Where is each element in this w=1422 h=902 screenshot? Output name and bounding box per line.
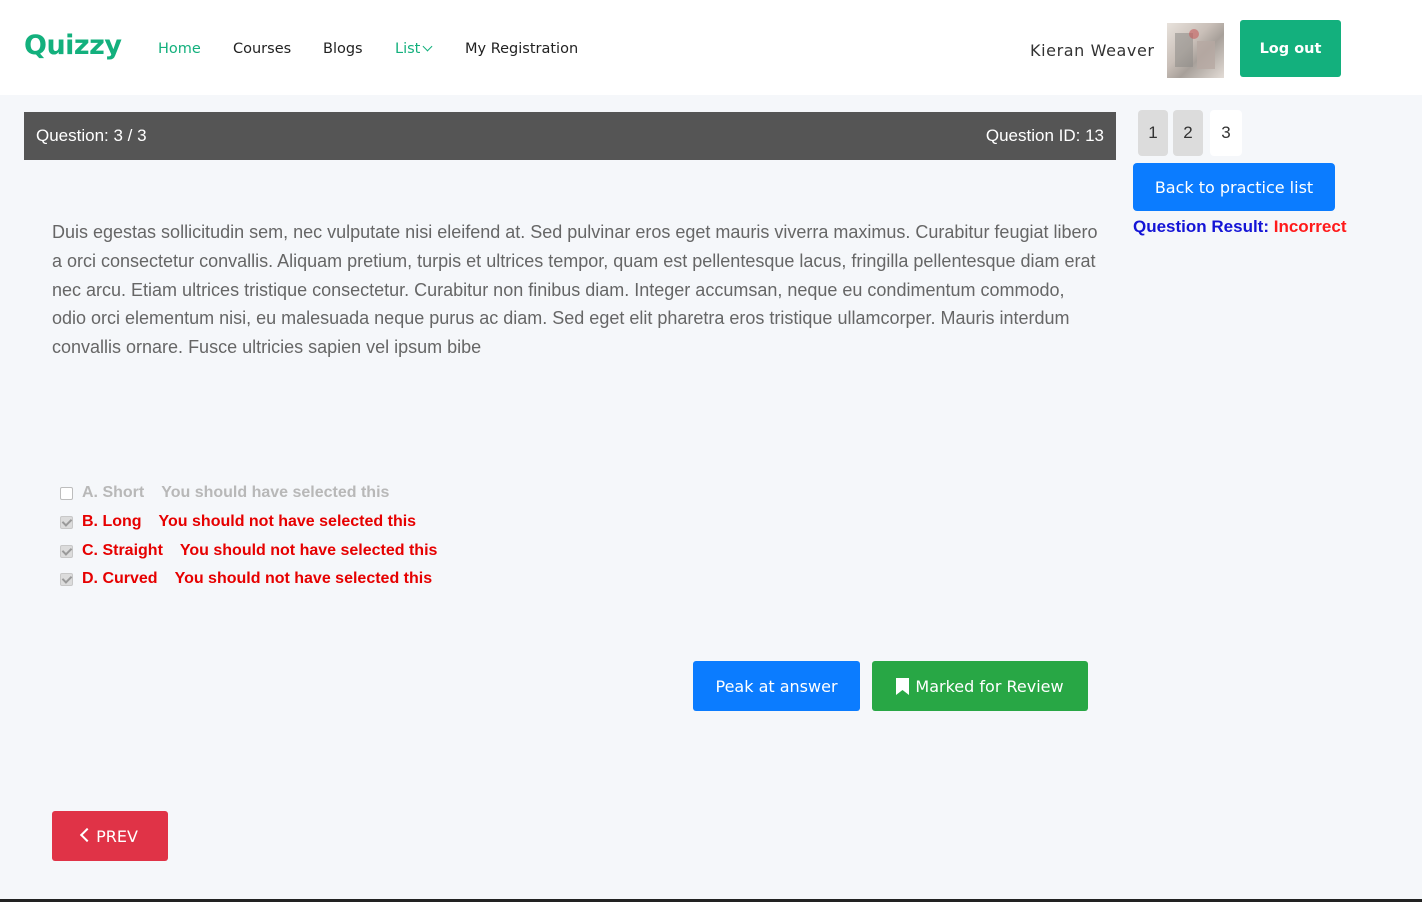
question-text: Duis egestas sollicitudin sem, nec vulpu… xyxy=(52,222,1098,358)
nav-courses[interactable]: Courses xyxy=(233,41,291,57)
avatar-photo-detail xyxy=(1197,41,1215,69)
avatar[interactable] xyxy=(1167,23,1224,78)
nav-home[interactable]: Home xyxy=(158,41,201,57)
answer-option-d[interactable]: D. Curved You should not have selected t… xyxy=(60,569,432,589)
nav-list-label: List xyxy=(395,41,421,57)
top-navbar: Quizzy Home Courses Blogs List My Regist… xyxy=(0,0,1422,95)
option-label: A. Short xyxy=(82,484,145,501)
question-id: Question ID: 13 xyxy=(985,126,1104,145)
option-label: D. Curved xyxy=(82,570,158,587)
chevron-left-icon xyxy=(80,827,95,843)
question-result-value: Incorrect xyxy=(1273,217,1347,236)
question-result-label: Question Result: xyxy=(1133,217,1270,236)
page-button-2[interactable]: 2 xyxy=(1173,110,1203,156)
nav-my-registration[interactable]: My Registration xyxy=(465,41,578,57)
prev-button[interactable]: PREV xyxy=(52,811,168,861)
answer-option-c[interactable]: C. Straight You should not have selected… xyxy=(60,541,437,561)
logo[interactable]: Quizzy xyxy=(24,30,122,61)
review-label: Marked for Review xyxy=(915,676,1064,696)
avatar-photo-detail xyxy=(1189,29,1199,39)
nav-blogs[interactable]: Blogs xyxy=(323,41,363,57)
option-label: C. Straight xyxy=(82,542,163,559)
question-number: Question: 3 / 3 xyxy=(36,126,147,145)
peak-at-answer-button[interactable]: Peak at answer xyxy=(693,661,860,711)
page-button-1[interactable]: 1 xyxy=(1138,110,1168,156)
option-feedback: You should not have selected this xyxy=(158,513,417,530)
option-checkbox[interactable] xyxy=(60,515,73,529)
bookmark-icon xyxy=(896,677,910,695)
option-feedback: You should have selected this xyxy=(161,484,390,501)
option-feedback: You should not have selected this xyxy=(174,570,433,587)
user-name: Kieran Weaver xyxy=(1030,41,1155,60)
chevron-down-icon xyxy=(422,41,433,52)
question-header-bar: Question: 3 / 3 Question ID: 13 xyxy=(24,112,1116,160)
prev-label: PREV xyxy=(96,826,138,846)
option-label: B. Long xyxy=(82,513,142,530)
back-to-practice-list-button[interactable]: Back to practice list xyxy=(1133,163,1335,211)
option-checkbox[interactable] xyxy=(60,486,73,500)
answer-option-a[interactable]: A. Short You should have selected this xyxy=(60,483,389,503)
option-checkbox[interactable] xyxy=(60,572,73,586)
option-feedback: You should not have selected this xyxy=(179,542,438,559)
page-button-3[interactable]: 3 xyxy=(1210,110,1242,156)
question-result: Question Result: Incorrect xyxy=(1133,217,1347,237)
marked-for-review-button[interactable]: Marked for Review xyxy=(872,661,1088,711)
logout-button[interactable]: Log out xyxy=(1240,20,1341,77)
option-checkbox[interactable] xyxy=(60,544,73,558)
nav-list-dropdown[interactable]: List xyxy=(395,41,433,57)
answer-option-b[interactable]: B. Long You should not have selected thi… xyxy=(60,512,416,532)
